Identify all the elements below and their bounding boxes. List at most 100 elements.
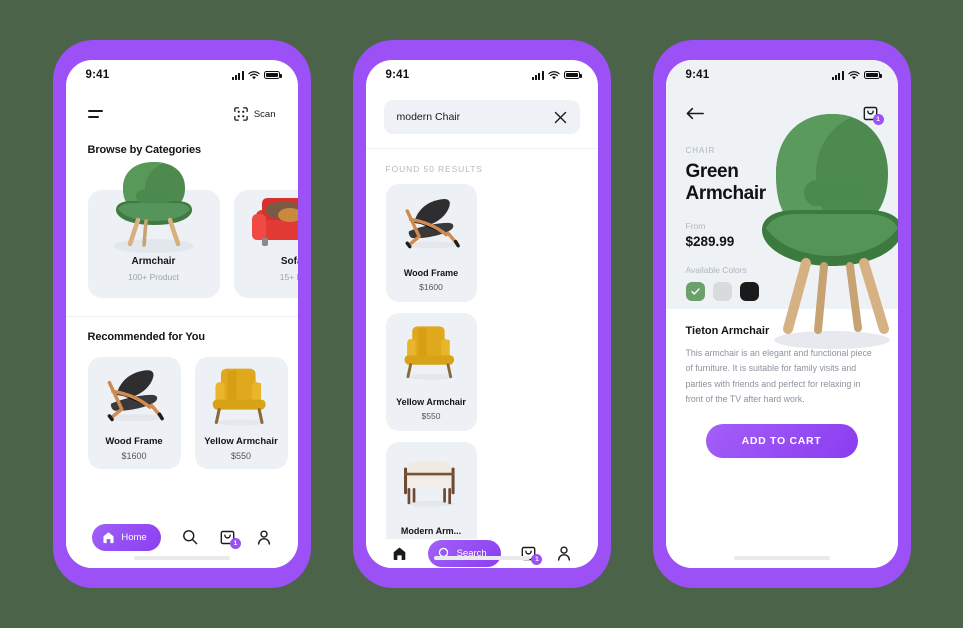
color-swatch-light-gray[interactable]: [712, 282, 732, 302]
recommended-row[interactable]: Wood Frame $1600 Yellow Armchair $550: [66, 357, 298, 469]
status-bar: 9:41: [66, 60, 298, 90]
category-card[interactable]: Sofa Re 15+ Produ: [233, 190, 298, 298]
signal-bars-icon: [531, 70, 544, 80]
status-icons: [831, 70, 882, 80]
scan-label: Scan: [253, 108, 276, 120]
red-sofa-image: [251, 198, 298, 246]
green-armchair-image: [113, 162, 194, 253]
product-card[interactable]: Yellow Armchair $550: [385, 313, 477, 432]
product-name: Wood Frame: [403, 268, 459, 279]
battery-icon: [563, 70, 582, 80]
product-name: Yellow Armchair: [204, 436, 278, 447]
qr-scan-icon: [234, 107, 248, 121]
status-icons: [231, 70, 282, 80]
person-icon: [257, 529, 270, 545]
scan-button[interactable]: Scan: [234, 107, 276, 121]
battery-icon: [263, 70, 282, 80]
color-swatch-green[interactable]: [685, 282, 705, 302]
signal-bars-icon: [231, 70, 244, 80]
results-grid: Wood Frame $1600 Yellow Armchair $550 Mo…: [366, 174, 598, 540]
product-title: Green Armchair: [686, 161, 878, 205]
nav-profile[interactable]: [257, 529, 271, 545]
nav-home-label: Home: [121, 531, 147, 543]
product-name: Yellow Armchair: [396, 397, 466, 408]
bottom-nav: Search 1: [365, 539, 598, 568]
status-time: 9:41: [685, 69, 710, 81]
home-indicator: [733, 556, 830, 560]
product-card[interactable]: Wood Frame $1600: [385, 184, 477, 303]
product-price: $550: [421, 411, 441, 422]
status-time: 9:41: [85, 69, 110, 81]
search-bar-area: modern Chair: [366, 90, 598, 148]
search-screen: 9:41 modern Chair FOUND 50 RESULTS Wood …: [365, 60, 598, 568]
product-title-line1: Green: [685, 161, 739, 182]
detail-hero: 9:41 1 CHAIR Green Armchair From $289.99…: [665, 60, 898, 349]
from-label: From: [685, 221, 706, 232]
nav-search-active[interactable]: Search: [427, 540, 501, 568]
search-query-text: modern Chair: [396, 111, 461, 123]
status-icons: [531, 70, 582, 80]
colors-label: Available Colors: [685, 265, 747, 276]
phone-home: 9:41 Scan Browse by Categories Armchair …: [52, 40, 311, 588]
detail-screen: 9:41 1 CHAIR Green Armchair From $289.99…: [665, 60, 898, 568]
nav-search[interactable]: [182, 529, 198, 545]
product-price: $1600: [121, 451, 147, 461]
close-x-icon[interactable]: [554, 111, 567, 124]
category-count: 15+ Produ: [279, 272, 298, 282]
signal-bars-icon: [831, 70, 844, 80]
yellow-armchair-image: [404, 326, 455, 381]
home-screen: 9:41 Scan Browse by Categories Armchair …: [65, 60, 298, 568]
home-indicator: [133, 556, 230, 560]
results-count-label: FOUND 50 RESULTS: [385, 164, 483, 175]
category-card[interactable]: Armchair 100+ Product: [87, 162, 220, 298]
hamburger-menu-icon[interactable]: [87, 110, 103, 118]
add-to-cart-button[interactable]: ADD TO CART: [705, 423, 858, 458]
back-arrow-icon[interactable]: [686, 107, 704, 120]
wood-frame-chair-image: [405, 199, 460, 249]
wood-frame-chair-image: [107, 370, 164, 422]
wifi-icon: [847, 70, 860, 79]
bag-badge: 1: [531, 554, 543, 566]
screens-showcase: 9:41 Scan Browse by Categories Armchair …: [0, 0, 963, 628]
product-card[interactable]: Wood Frame $1600: [87, 357, 181, 469]
recommended-title: Recommended for You: [87, 331, 206, 343]
product-category: CHAIR: [685, 146, 716, 155]
home-header: Scan: [66, 90, 298, 130]
phone-detail: 9:41 1 CHAIR Green Armchair From $289.99…: [652, 40, 911, 588]
categories-title: Browse by Categories: [87, 144, 202, 156]
nav-home[interactable]: [392, 546, 407, 561]
search-icon: [183, 530, 198, 545]
search-input[interactable]: modern Chair: [383, 100, 580, 134]
product-title-line2: Armchair: [685, 183, 767, 205]
product-price: $1600: [419, 282, 443, 293]
nav-profile[interactable]: [557, 546, 571, 561]
battery-icon: [863, 70, 882, 80]
yellow-armchair-image: [212, 368, 266, 426]
product-card[interactable]: Yellow Armchair $550: [194, 357, 288, 469]
product-price: $550: [230, 451, 252, 461]
check-icon: [690, 288, 700, 295]
wifi-icon: [247, 70, 260, 79]
phone-search: 9:41 modern Chair FOUND 50 RESULTS Wood …: [352, 40, 611, 588]
status-bar: 9:41: [366, 60, 598, 90]
product-name: Wood Frame: [105, 436, 163, 447]
bag-badge: 1: [229, 537, 241, 549]
categories-row[interactable]: Armchair 100+ Product Sof 15+: [66, 162, 298, 298]
detail-info: CHAIR Green Armchair From $289.99 Availa…: [666, 128, 898, 302]
category-count: 100+ Product: [128, 272, 179, 282]
color-swatch-black[interactable]: [739, 282, 759, 302]
home-indicator: [433, 556, 530, 560]
person-icon: [558, 546, 571, 561]
product-card[interactable]: Modern Arm... $250: [385, 442, 477, 540]
home-icon: [393, 547, 406, 561]
product-name: Modern Arm...: [400, 526, 462, 537]
status-bar: 9:41: [666, 60, 898, 90]
color-swatches: [685, 282, 878, 302]
modern-armchair-image: [403, 462, 455, 508]
section-divider: [65, 316, 298, 317]
wifi-icon: [547, 70, 560, 79]
product-price: $289.99: [685, 234, 735, 250]
nav-bag[interactable]: 1: [220, 530, 241, 549]
home-icon: [103, 531, 114, 543]
nav-home-active[interactable]: Home: [92, 523, 161, 551]
